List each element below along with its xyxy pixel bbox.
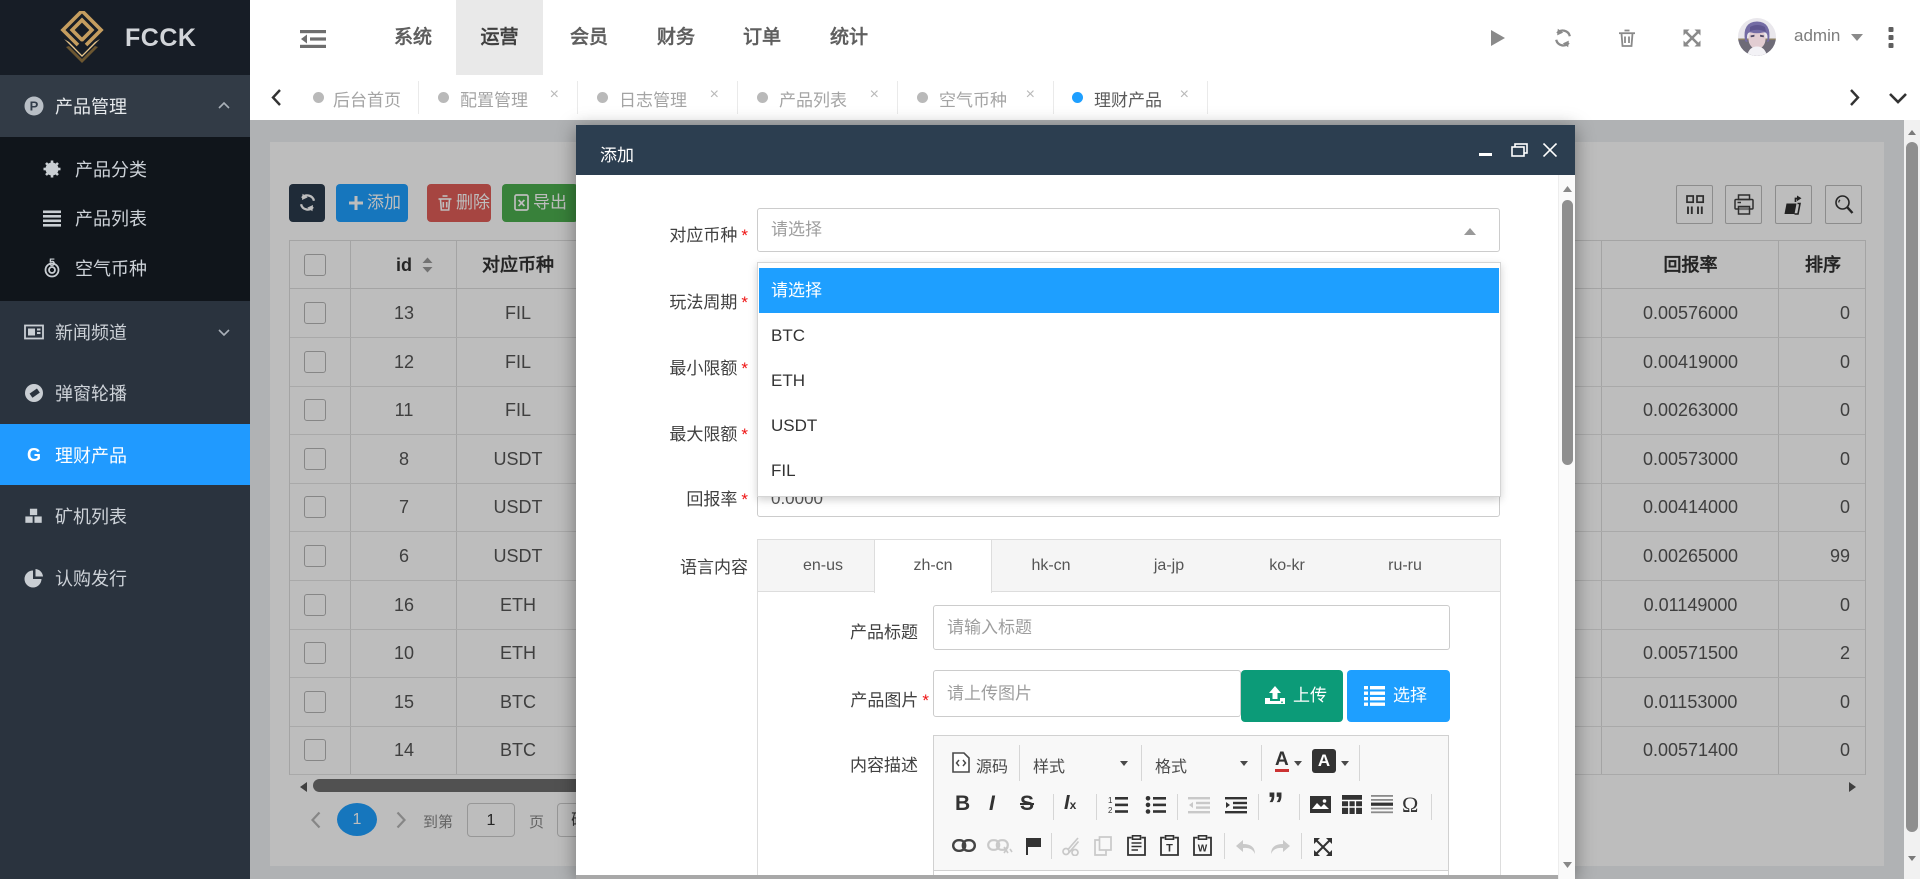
svg-text:2: 2 [1108, 806, 1113, 814]
svg-text:G: G [27, 445, 41, 465]
svg-text:T: T [1166, 843, 1173, 855]
svg-text:1: 1 [1108, 796, 1113, 805]
svg-text:W: W [1198, 844, 1208, 855]
svg-text:P: P [30, 99, 39, 114]
svg-text:5: 5 [49, 258, 55, 269]
